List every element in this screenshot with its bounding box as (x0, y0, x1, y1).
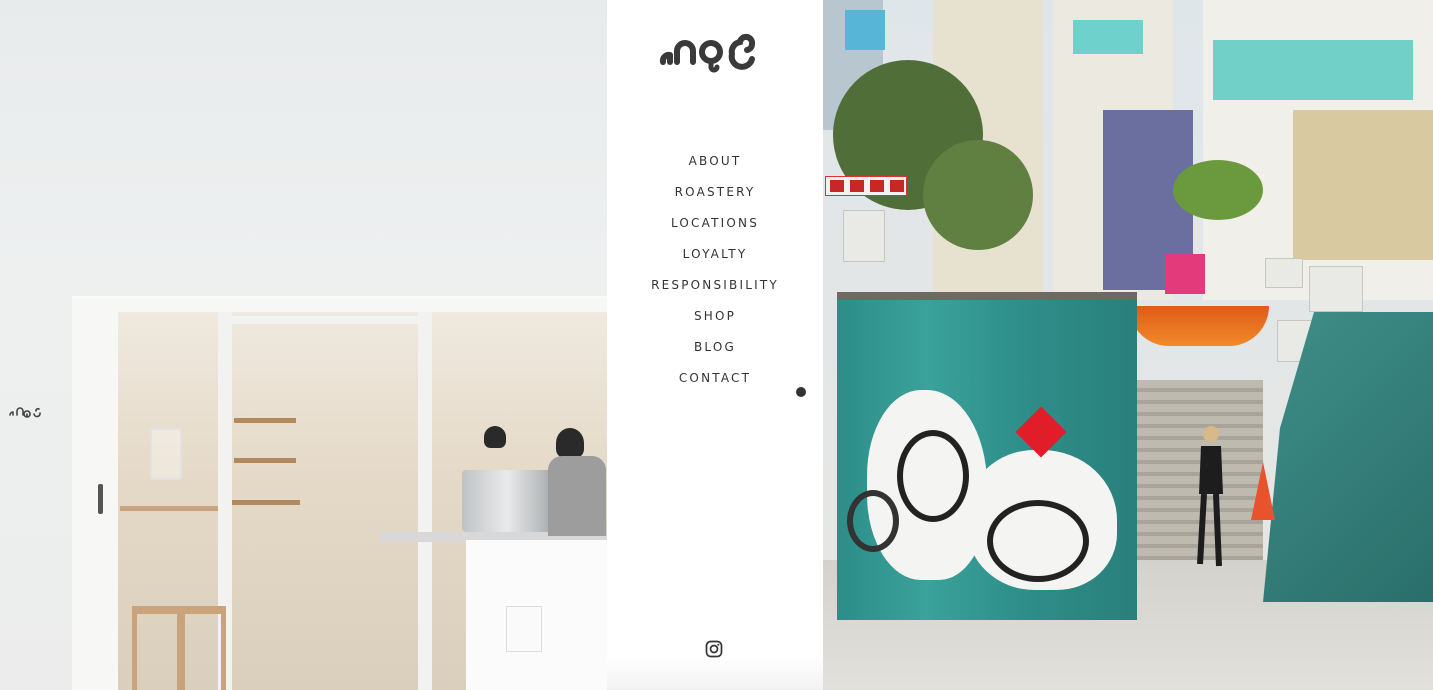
stairs (1123, 380, 1263, 560)
menu-link-blog[interactable]: BLOG (694, 337, 736, 357)
graffiti-shape (847, 490, 899, 552)
espresso-machine (462, 470, 552, 532)
building-window (1213, 40, 1413, 100)
menu-item-responsibility: RESPONSIBILITY (607, 274, 823, 305)
menu-link-about[interactable]: ABOUT (689, 151, 742, 171)
menu-link-contact[interactable]: CONTACT (679, 368, 751, 388)
barista-body (548, 456, 606, 536)
slider-dot-indicator[interactable] (796, 387, 806, 397)
door-frame (418, 312, 432, 690)
traffic-cone (1251, 462, 1275, 520)
door-frame (218, 316, 430, 324)
building-balcony (1293, 110, 1433, 260)
barista-head (484, 426, 506, 448)
nav-bottom-fade (607, 656, 823, 690)
building-window (845, 10, 885, 50)
menu-item-about: ABOUT (607, 150, 823, 181)
air-conditioner (1309, 266, 1363, 312)
menu-link-locations[interactable]: LOCATIONS (671, 213, 759, 233)
wall-logo (9, 407, 41, 418)
stool (132, 606, 182, 690)
graffiti-shape (987, 500, 1089, 582)
graffiti-shape (897, 430, 969, 522)
walking-woman (1197, 426, 1223, 567)
barista-head (556, 428, 584, 458)
storefront-photo (0, 0, 607, 690)
door-handle (98, 484, 103, 514)
stool (180, 606, 226, 690)
shopping-bag (506, 606, 542, 652)
menu-item-blog: BLOG (607, 336, 823, 367)
menu-link-responsibility[interactable]: RESPONSIBILITY (651, 275, 779, 295)
chinese-shop-sign (825, 176, 907, 196)
shelf (234, 458, 296, 463)
main-menu: ABOUT ROASTERY LOCATIONS LOYALTY RESPONS… (607, 150, 823, 398)
navigation-panel: ABOUT ROASTERY LOCATIONS LOYALTY RESPONS… (607, 0, 823, 690)
street-photo (823, 0, 1433, 690)
menu-link-loyalty[interactable]: LOYALTY (683, 244, 748, 264)
air-conditioner (1265, 258, 1303, 288)
noc-logo[interactable] (659, 26, 761, 74)
shelf (230, 500, 300, 505)
pink-sign (1165, 254, 1205, 294)
building-window (1073, 20, 1143, 54)
orange-awning (1129, 306, 1269, 346)
menu-link-shop[interactable]: SHOP (694, 306, 736, 326)
menu-item-loyalty: LOYALTY (607, 243, 823, 274)
menu-item-shop: SHOP (607, 305, 823, 336)
menu-item-roastery: ROASTERY (607, 181, 823, 212)
tree (1173, 160, 1263, 220)
tree (923, 140, 1033, 250)
shelf (234, 418, 296, 423)
hanging-sign (150, 428, 182, 480)
menu-item-locations: LOCATIONS (607, 212, 823, 243)
menu-item-contact: CONTACT (607, 367, 823, 398)
air-conditioner (843, 210, 885, 262)
menu-link-roastery[interactable]: ROASTERY (675, 182, 756, 202)
shelf (120, 506, 220, 511)
graffiti-booth (837, 292, 1137, 620)
